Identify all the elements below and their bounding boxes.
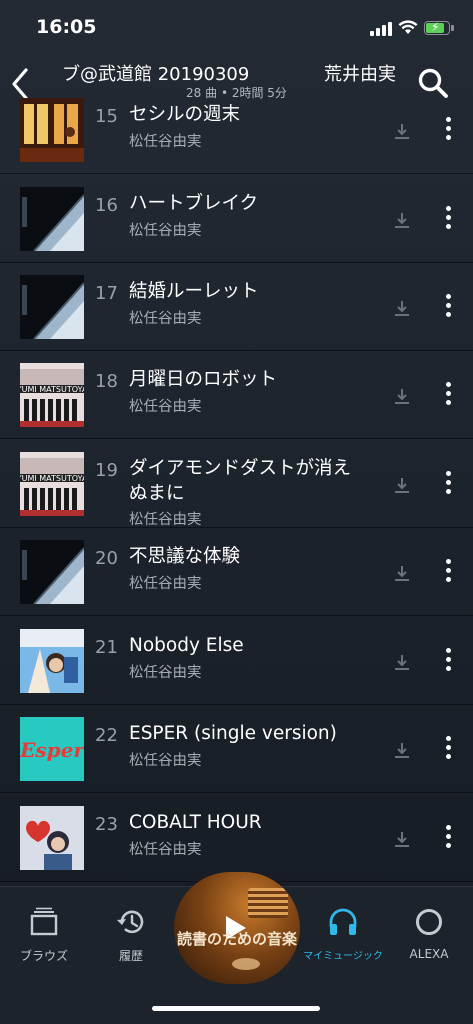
download-icon[interactable] <box>392 211 412 229</box>
download-icon[interactable] <box>392 564 412 582</box>
alexa-icon <box>416 909 442 935</box>
track-number: 22 <box>95 725 118 746</box>
track-title: ハートブレイク <box>129 193 259 214</box>
svg-text:Esper: Esper <box>20 738 84 762</box>
album-art <box>20 98 84 162</box>
wifi-icon <box>398 20 418 34</box>
album-art: YUMI MATSUTOYA <box>16 363 88 427</box>
track-row[interactable]: 23 COBALT HOUR 松任谷由実 <box>0 794 473 882</box>
album-art: Esper <box>19 717 85 781</box>
more-options-icon[interactable] <box>440 114 456 146</box>
track-title: ESPER (single version) <box>129 723 337 744</box>
browse-icon <box>30 907 58 936</box>
album-art <box>20 806 84 870</box>
track-number: 23 <box>95 814 118 835</box>
track-title: Nobody Else <box>129 635 244 656</box>
more-options-icon[interactable] <box>440 379 456 411</box>
download-icon[interactable] <box>392 476 412 494</box>
track-number: 18 <box>95 371 118 392</box>
screen: 16:05 ⚡ ブ@武道館 20190309 荒井由実 28 曲 • 2時間 5… <box>0 0 473 1024</box>
now-playing-button[interactable]: 読書のための音楽 <box>174 872 300 984</box>
download-icon[interactable] <box>392 122 412 140</box>
track-artist: 松任谷由実 <box>129 842 202 858</box>
track-artist: 松任谷由実 <box>129 753 202 769</box>
download-icon[interactable] <box>392 387 412 405</box>
nav-history[interactable]: 履歴 <box>96 907 166 964</box>
player-artwork-window <box>248 888 288 918</box>
track-row[interactable]: 17 結婚ルーレット松任谷由実 <box>0 263 473 351</box>
track-number: 21 <box>95 637 118 658</box>
track-title: COBALT HOUR <box>129 812 262 833</box>
track-artist: 松任谷由実 <box>129 399 202 415</box>
track-row[interactable]: Esper 22 ESPER (single version) 松任谷由実 <box>0 705 473 793</box>
track-title: 結婚ルーレット <box>129 281 259 302</box>
album-art: YUMI MATSUTOYA <box>16 452 88 516</box>
track-artist: 松任谷由実 <box>129 665 202 681</box>
track-number: 19 <box>95 460 118 481</box>
more-options-icon[interactable] <box>440 556 456 588</box>
album-art <box>20 187 85 252</box>
nav-browse[interactable]: ブラウズ <box>9 907 79 964</box>
track-artist: 松任谷由実 <box>129 223 202 239</box>
home-indicator <box>152 1006 320 1011</box>
track-number: 16 <box>95 195 118 216</box>
more-options-icon[interactable] <box>440 468 456 500</box>
nav-my-music[interactable]: マイミュージック <box>300 907 386 962</box>
download-icon[interactable] <box>392 299 412 317</box>
track-row[interactable]: 21 Nobody Else 松任谷由実 <box>0 617 473 705</box>
cellular-signal-icon <box>370 22 394 36</box>
track-title: 月曜日のロボット <box>129 369 278 390</box>
track-number: 17 <box>95 283 118 304</box>
nav-alexa-label: ALEXA <box>409 947 449 961</box>
more-options-icon[interactable] <box>440 203 456 235</box>
download-icon[interactable] <box>392 830 412 848</box>
track-artist: 松任谷由実 <box>129 576 202 592</box>
headphones-icon <box>329 908 357 935</box>
nav-history-label: 履歴 <box>118 949 143 963</box>
player-title: 読書のための音楽 <box>176 930 297 948</box>
album-art <box>20 629 84 693</box>
track-artist: 松任谷由実 <box>129 134 202 150</box>
playlist-artist[interactable]: 荒井由実 <box>324 60 396 86</box>
track-row[interactable]: YUMI MATSUTOYA 18 月曜日のロボット松任谷由実 <box>0 351 473 439</box>
svg-text:YUMI MATSUTOYA: YUMI MATSUTOYA <box>20 474 84 483</box>
download-icon[interactable] <box>392 741 412 759</box>
nav-my-music-label: マイミュージック <box>303 951 383 962</box>
track-row[interactable]: 15 セシルの週末松任谷由実 <box>0 86 473 174</box>
album-art <box>20 275 85 340</box>
track-artist: 松任谷由実 <box>129 512 202 528</box>
status-time: 16:05 <box>36 16 97 38</box>
more-options-icon[interactable] <box>440 645 456 677</box>
track-artist: 松任谷由実 <box>129 311 202 327</box>
download-icon[interactable] <box>392 653 412 671</box>
track-number: 20 <box>95 548 118 569</box>
track-title: 不思議な体験 <box>129 546 241 567</box>
track-title: セシルの週末 <box>129 104 241 125</box>
player-artwork-lamp <box>232 958 260 970</box>
track-row[interactable]: YUMI MATSUTOYA 19 ダイアモンドダストが消えぬまに松任谷由実 <box>0 440 473 528</box>
nav-browse-label: ブラウズ <box>19 949 68 963</box>
more-options-icon[interactable] <box>440 733 456 765</box>
more-options-icon[interactable] <box>440 291 456 323</box>
album-art <box>20 540 85 605</box>
status-bar: 16:05 ⚡ <box>0 0 473 56</box>
history-icon <box>117 910 144 934</box>
more-options-icon[interactable] <box>440 822 456 854</box>
track-title: ダイアモンドダストが消えぬまに <box>129 458 352 504</box>
playlist-title: ブ@武道館 20190309 <box>62 64 250 85</box>
track-row[interactable]: 16 ハートブレイク松任谷由実 <box>0 175 473 263</box>
track-number: 15 <box>95 106 118 127</box>
nav-alexa[interactable]: ALEXA <box>394 907 464 961</box>
svg-text:YUMI MATSUTOYA: YUMI MATSUTOYA <box>20 385 84 394</box>
track-row[interactable]: 20 不思議な体験松任谷由実 <box>0 528 473 616</box>
battery-icon: ⚡ <box>424 20 454 35</box>
